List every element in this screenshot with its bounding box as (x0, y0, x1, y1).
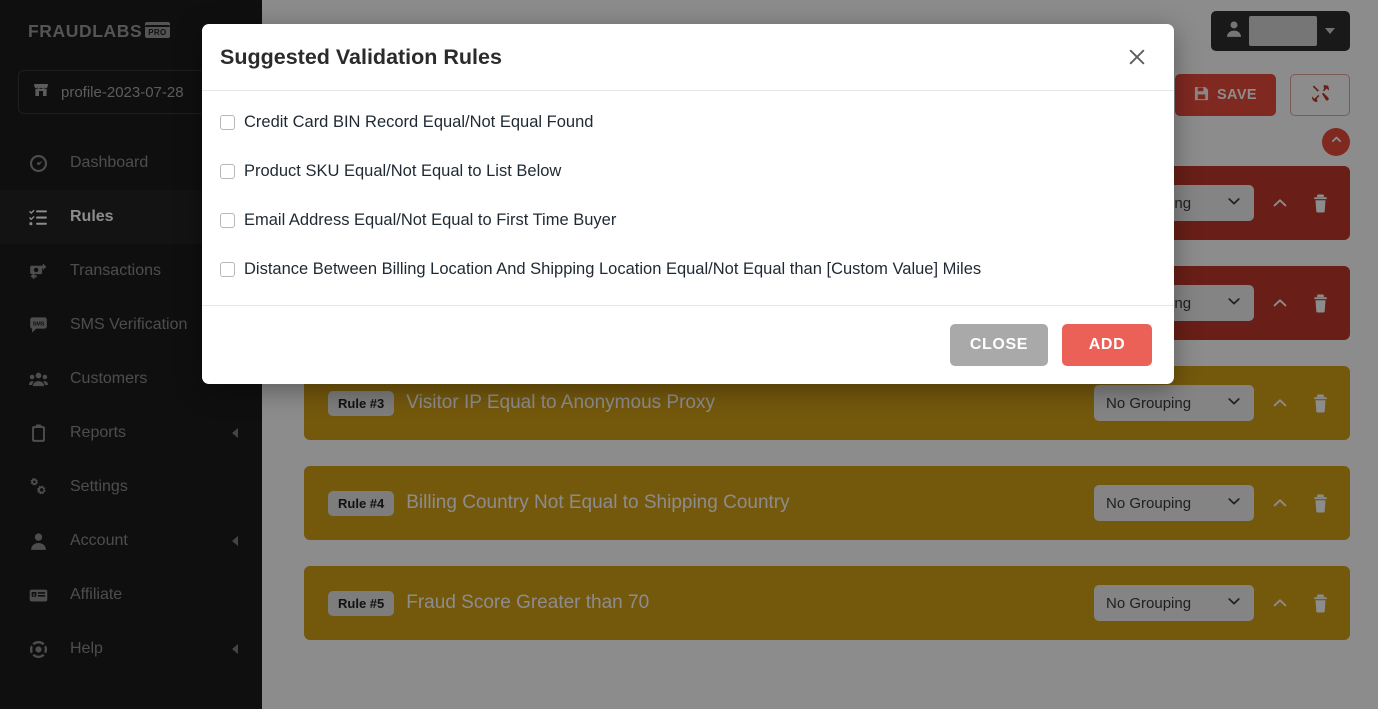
suggested-rule-checkbox[interactable] (220, 115, 235, 130)
modal-title: Suggested Validation Rules (220, 44, 502, 69)
modal-header: Suggested Validation Rules (202, 24, 1174, 91)
close-icon[interactable] (1122, 42, 1152, 72)
suggested-rule-option[interactable]: Email Address Equal/Not Equal to First T… (220, 211, 1156, 230)
suggested-validation-rules-modal: Suggested Validation Rules Credit Card B… (202, 24, 1174, 384)
modal-close-button[interactable]: CLOSE (949, 323, 1048, 366)
suggested-rule-option[interactable]: Credit Card BIN Record Equal/Not Equal F… (220, 113, 1156, 132)
suggested-rule-label: Distance Between Billing Location And Sh… (244, 259, 982, 278)
suggested-rule-label: Credit Card BIN Record Equal/Not Equal F… (244, 113, 594, 131)
suggested-rule-checkbox[interactable] (220, 261, 235, 277)
suggested-rule-checkbox[interactable] (220, 163, 235, 179)
app-root: NEW SAVE (0, 0, 1378, 709)
suggested-rule-label: Email Address Equal/Not Equal to First T… (244, 210, 617, 229)
suggested-rule-option[interactable]: Distance Between Billing Location And Sh… (220, 260, 1156, 279)
suggested-rule-label: Product SKU Equal/Not Equal to List Belo… (244, 161, 562, 180)
modal-body: Credit Card BIN Record Equal/Not Equal F… (202, 91, 1174, 305)
modal-footer: CLOSE ADD (202, 304, 1174, 384)
suggested-rule-option[interactable]: Product SKU Equal/Not Equal to List Belo… (220, 162, 1156, 181)
modal-add-button[interactable]: ADD (1062, 323, 1152, 366)
suggested-rule-checkbox[interactable] (220, 212, 235, 228)
